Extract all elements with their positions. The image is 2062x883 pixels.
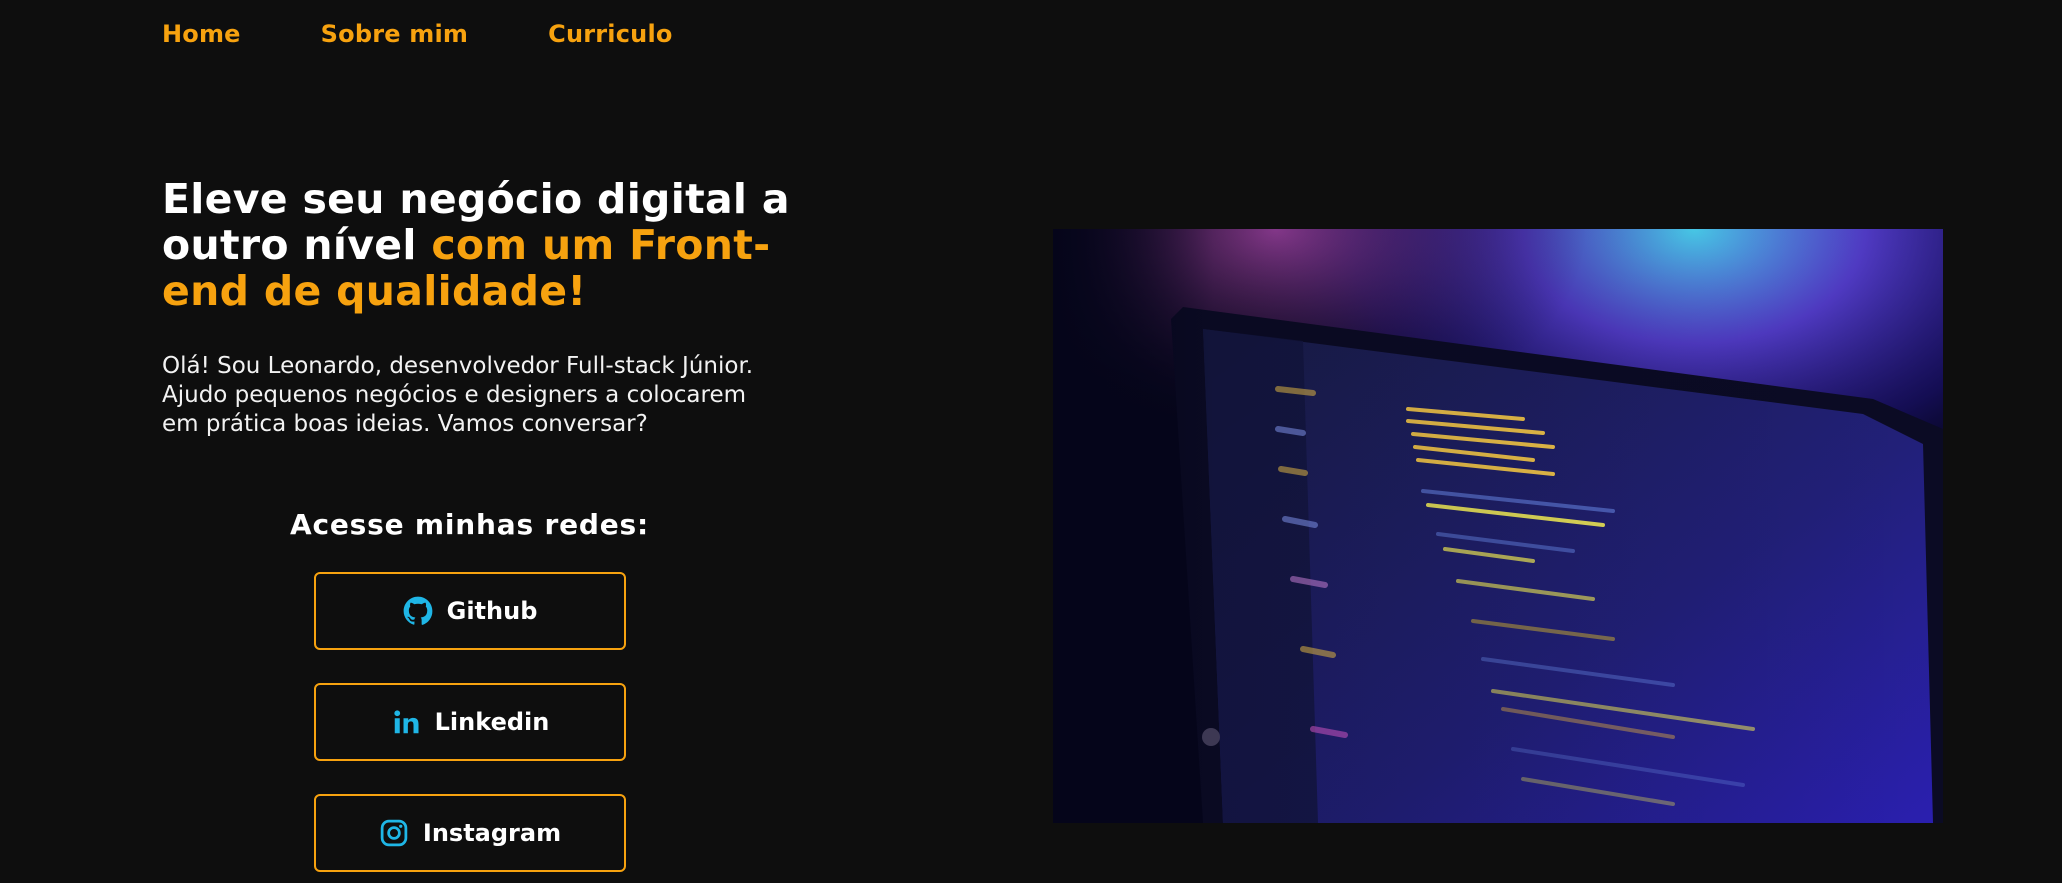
- github-label: Github: [446, 597, 538, 625]
- linkedin-label: Linkedin: [434, 708, 550, 736]
- top-nav: Home Sobre mim Curriculo: [162, 20, 673, 48]
- nav-home-link[interactable]: Home: [162, 20, 241, 48]
- linkedin-icon: [391, 707, 421, 737]
- hero-title: Eleve seu negócio digital a outro nível …: [162, 176, 802, 314]
- hero-laptop-image: [1053, 229, 1943, 823]
- linkedin-button[interactable]: Linkedin: [314, 683, 626, 761]
- instagram-label: Instagram: [422, 819, 562, 847]
- github-button[interactable]: Github: [314, 572, 626, 650]
- nav-about-link[interactable]: Sobre mim: [321, 20, 468, 48]
- instagram-icon: [379, 818, 409, 848]
- hero-intro: Olá! Sou Leonardo, desenvolvedor Full-st…: [162, 353, 754, 437]
- nav-resume-link[interactable]: Curriculo: [548, 20, 672, 48]
- github-icon: [403, 596, 433, 626]
- instagram-button[interactable]: Instagram: [314, 794, 626, 872]
- socials-heading: Acesse minhas redes:: [290, 508, 649, 541]
